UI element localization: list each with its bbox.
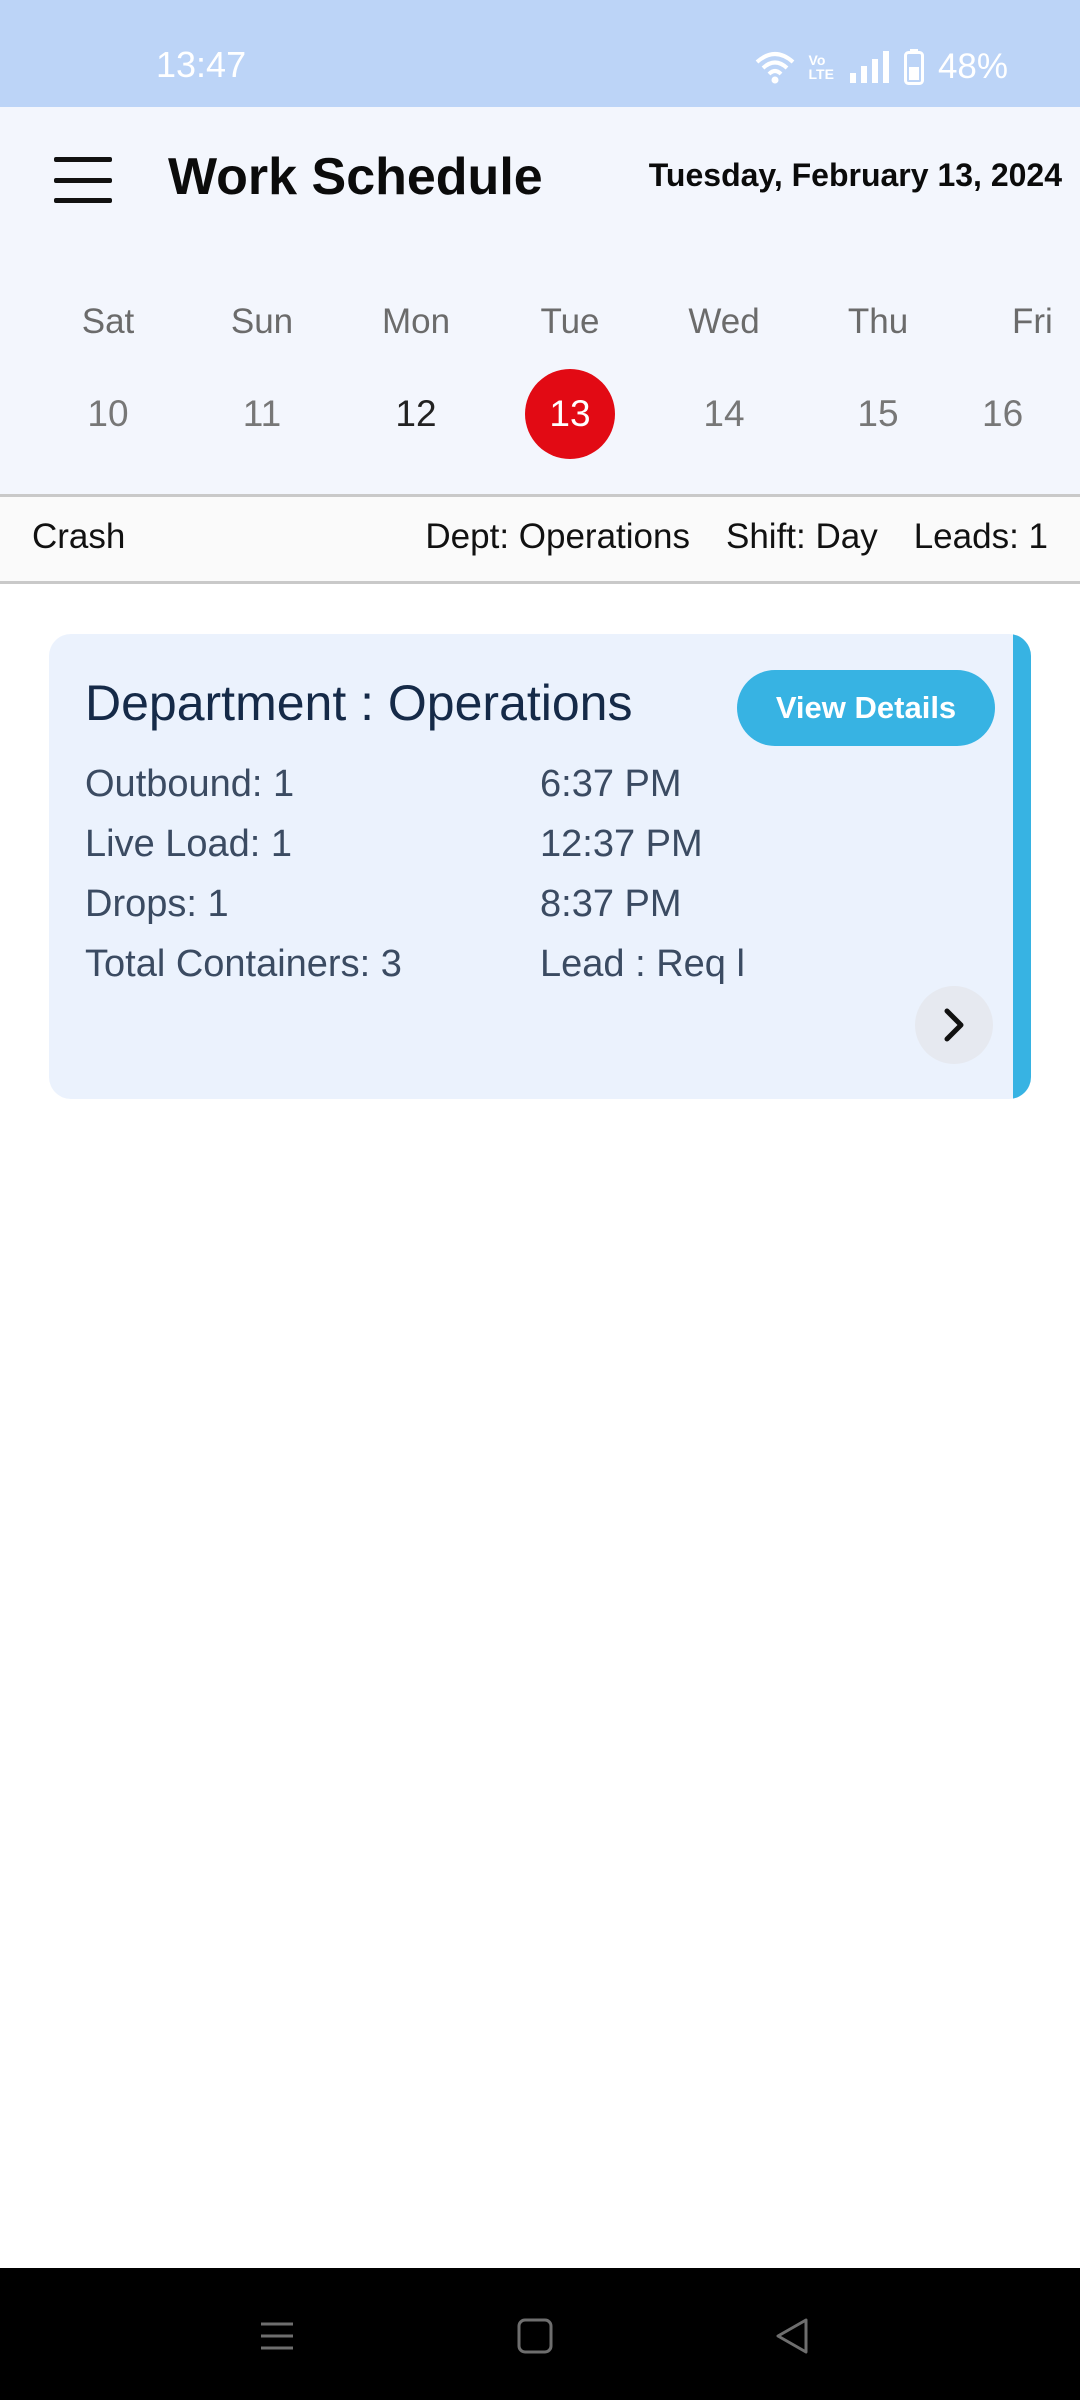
battery-percent: 48% [937,47,1008,86]
stat-row: Drops: 1 8:37 PM [85,874,785,934]
schedule-info-bar: Crash Dept: Operations Shift: Day Leads:… [0,494,1080,584]
stat-time: 12:37 PM [540,822,703,865]
wifi-icon [755,52,794,84]
system-nav-bar [0,2268,1080,2400]
day-number: 16 [982,393,1024,434]
day-number: 10 [87,393,129,434]
day-thu[interactable]: Thu 15 [818,297,938,459]
day-number: 13 [525,369,615,459]
card-title: Department : Operations [85,675,633,731]
stat-label: Outbound: 1 [85,762,295,805]
signal-icon [849,51,889,83]
stat-label: Drops: 1 [85,882,229,925]
stat-row: Outbound: 1 6:37 PM [85,754,785,814]
department-card[interactable]: Department : Operations View Details Out… [49,634,1031,1099]
lead-status: Lead : Req l [540,942,745,985]
view-details-button[interactable]: View Details [737,670,995,746]
home-glyph [517,2318,553,2354]
day-name: Fri [1012,302,1053,341]
stat-row: Live Load: 1 12:37 PM [85,814,785,874]
day-name: Thu [847,302,909,341]
home-icon[interactable] [505,2306,565,2366]
employee-name: Crash [32,517,126,556]
dept-label: Dept: Operations [425,517,690,556]
chevron-right-icon[interactable] [915,986,993,1064]
day-name: Sat [81,302,135,341]
app-header: Work Schedule Tuesday, February 13, 2024… [0,107,1080,494]
recents-icon[interactable] [247,2306,307,2366]
current-date: Tuesday, February 13, 2024 [648,157,1062,193]
back-icon[interactable] [762,2306,822,2366]
leads-label: Leads: 1 [913,517,1048,556]
day-tue-selected[interactable]: Tue 13 [510,297,630,459]
battery-icon [903,49,924,85]
hamburger-icon[interactable] [54,157,112,203]
day-name: Wed [688,302,760,341]
day-number: 12 [395,393,437,434]
day-name: Mon [381,302,451,341]
shift-label: Shift: Day [725,517,878,556]
day-wed[interactable]: Wed 14 [664,297,784,459]
volte-top: Vo [808,52,826,68]
day-mon[interactable]: Mon 12 [356,297,476,459]
day-sat[interactable]: Sat 10 [48,297,168,459]
back-glyph [776,2318,808,2354]
card-stats: Outbound: 1 6:37 PM Live Load: 1 12:37 P… [85,754,785,994]
day-number: 11 [242,393,282,434]
day-number: 14 [703,393,745,434]
status-bar: 13:47 Vo LTE 48% [0,0,1080,107]
status-time: 13:47 [156,44,247,85]
chevron-right-glyph [944,1008,964,1042]
stat-row: Total Containers: 3 Lead : Req l [85,934,785,994]
card-accent-bar [1013,634,1031,1099]
page-title: Work Schedule [168,148,543,206]
day-name: Sun [230,302,294,341]
schedule-meta: Dept: Operations Shift: Day Leads: 1 [425,517,1048,557]
stat-time: 6:37 PM [540,762,682,805]
stat-label: Total Containers: 3 [85,942,402,985]
week-strip: Sat 10 Sun 11 Mon 12 Tue 13 Wed 14 Thu 1… [0,297,1080,459]
recents-glyph [261,2322,293,2350]
day-number: 15 [857,393,899,434]
day-sun[interactable]: Sun 11 [202,297,322,459]
day-fri[interactable]: Fri 16 [972,297,1080,459]
status-icons: Vo LTE 48% [755,44,1008,90]
stat-label: Live Load: 1 [85,822,293,865]
volte-icon: Vo LTE [809,53,834,81]
day-name: Tue [540,302,600,341]
volte-bottom: LTE [808,66,834,82]
stat-time: 8:37 PM [540,882,682,925]
